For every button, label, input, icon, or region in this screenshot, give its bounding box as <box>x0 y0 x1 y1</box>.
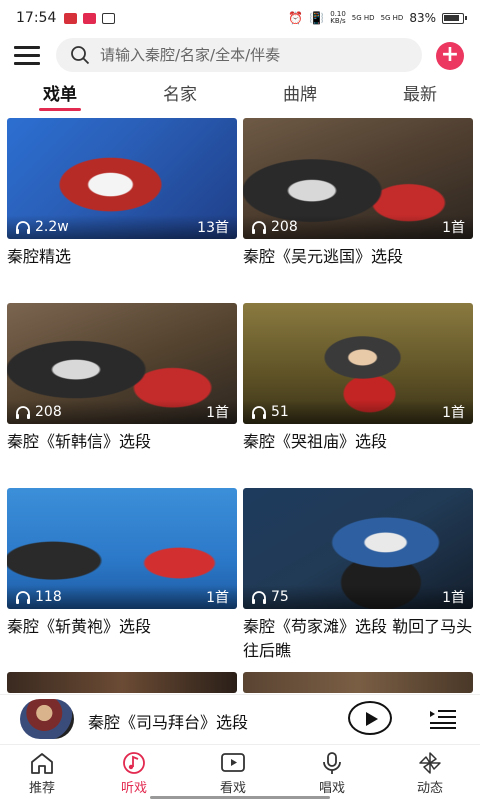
signal-2: 5G HD <box>380 13 404 22</box>
pinwheel-icon <box>419 752 441 774</box>
category-tabs: 戏单 名家 曲牌 最新 <box>0 80 480 112</box>
playlist-thumbnail: 208 1首 <box>243 118 473 239</box>
listen-count: 208 <box>35 404 62 420</box>
search-icon <box>71 46 90 65</box>
notification-app-icon <box>83 12 97 24</box>
alarm-icon: ⏰ <box>288 11 304 25</box>
vibrate-icon: 📳 <box>309 11 325 25</box>
headphones-icon <box>16 590 30 604</box>
headphones-icon <box>16 220 30 234</box>
search-box[interactable] <box>56 38 422 72</box>
playlist-card-partial[interactable] <box>7 672 237 693</box>
playlist-thumbnail: 2.2w 13首 <box>7 118 237 239</box>
nav-label: 听戏 <box>120 781 147 796</box>
headphones-icon <box>252 590 266 604</box>
microphone-icon <box>323 752 341 774</box>
notification-icons <box>64 12 116 24</box>
playlist-card[interactable]: 75 1首 秦腔《苟家滩》选段 勒回了马头往后瞧 <box>243 488 473 663</box>
playlist-stats: 75 1首 <box>243 585 473 609</box>
listen-count: 51 <box>271 404 289 420</box>
net-speed: 0.10 KB/s <box>330 11 346 25</box>
track-count: 1首 <box>442 405 465 421</box>
nav-feed[interactable]: 动态 <box>390 751 470 796</box>
playlist-card-partial[interactable] <box>243 672 473 693</box>
net-speed-unit: KB/s <box>330 17 346 25</box>
home-indicator[interactable] <box>150 796 330 799</box>
gallery-icon <box>102 12 116 24</box>
tab-playlists[interactable]: 戏单 <box>30 80 90 105</box>
mini-player[interactable]: 秦腔《司马拜台》选段 <box>0 694 480 744</box>
listen-count: 208 <box>271 219 298 235</box>
track-count: 1首 <box>442 590 465 606</box>
playlist-title: 秦腔《斩黄袍》选段 <box>7 617 152 636</box>
playlist-stats: 2.2w 13首 <box>7 215 237 239</box>
tab-tunes[interactable]: 曲牌 <box>270 80 330 105</box>
playlist-stats: 118 1首 <box>7 585 237 609</box>
listen-count: 75 <box>271 589 289 605</box>
nav-label: 唱戏 <box>318 781 345 796</box>
battery-icon <box>442 12 467 24</box>
now-playing-title[interactable]: 秦腔《司马拜台》选段 <box>88 709 248 733</box>
status-bar: 17:54 ⏰ 📳 0.10 KB/s 5G HD 5G HD 83% <box>0 0 480 36</box>
tab-latest[interactable]: 最新 <box>390 80 450 105</box>
battery-percent: 83% <box>409 11 436 25</box>
play-button[interactable] <box>348 701 392 735</box>
nav-listen[interactable]: 听戏 <box>94 751 174 796</box>
notification-app-icon <box>64 12 78 24</box>
nav-label: 看戏 <box>219 781 246 796</box>
playlist-title: 秦腔《苟家滩》选段 勒回了马头往后瞧 <box>243 617 473 660</box>
playlist-thumbnail <box>7 672 237 693</box>
playlist-thumbnail: 51 1首 <box>243 303 473 424</box>
playlist-card[interactable]: 2.2w 13首 秦腔精选 <box>7 118 237 269</box>
status-time: 17:54 <box>16 10 57 26</box>
playlist-thumbnail: 118 1首 <box>7 488 237 609</box>
top-bar: + <box>0 36 480 76</box>
playlist-grid: 2.2w 13首 秦腔精选 208 1首 秦腔《吴元逃国》选段 208 1首 秦… <box>0 118 480 693</box>
playlist-stats: 51 1首 <box>243 400 473 424</box>
now-playing-cover[interactable] <box>20 699 74 739</box>
track-count: 13首 <box>197 220 229 236</box>
playlist-thumbnail: 208 1首 <box>7 303 237 424</box>
bottom-nav: 推荐 听戏 看戏 唱戏 动态 <box>0 744 480 800</box>
playlist-title: 秦腔《斩韩信》选段 <box>7 432 152 451</box>
track-count: 1首 <box>206 405 229 421</box>
music-note-icon <box>123 752 145 774</box>
nav-recommend[interactable]: 推荐 <box>2 751 82 796</box>
headphones-icon <box>252 405 266 419</box>
search-input[interactable] <box>100 46 400 64</box>
playlist-card[interactable]: 208 1首 秦腔《斩韩信》选段 <box>7 303 237 454</box>
headphones-icon <box>252 220 266 234</box>
playlist-title: 秦腔《吴元逃国》选段 <box>243 247 404 266</box>
nav-label: 动态 <box>416 781 443 796</box>
track-count: 1首 <box>206 590 229 606</box>
nav-sing[interactable]: 唱戏 <box>292 751 372 796</box>
home-icon <box>31 753 53 774</box>
playlist-title: 秦腔《哭祖庙》选段 <box>243 432 388 451</box>
nav-watch[interactable]: 看戏 <box>193 751 273 796</box>
video-play-icon <box>221 753 245 772</box>
listen-count: 118 <box>35 589 62 605</box>
headphones-icon <box>16 405 30 419</box>
playlist-card[interactable]: 118 1首 秦腔《斩黄袍》选段 <box>7 488 237 639</box>
playlist-stats: 208 1首 <box>7 400 237 424</box>
listen-count: 2.2w <box>35 219 69 235</box>
active-tab-indicator <box>39 108 81 111</box>
tab-masters[interactable]: 名家 <box>150 80 210 105</box>
add-button[interactable]: + <box>436 42 464 70</box>
playlist-card[interactable]: 51 1首 秦腔《哭祖庙》选段 <box>243 303 473 454</box>
playlist-stats: 208 1首 <box>243 215 473 239</box>
playlist-title: 秦腔精选 <box>7 247 72 266</box>
track-count: 1首 <box>442 220 465 236</box>
playlist-queue-icon[interactable] <box>430 709 456 729</box>
nav-label: 推荐 <box>28 781 55 796</box>
menu-icon[interactable] <box>14 44 40 66</box>
status-right: ⏰ 📳 0.10 KB/s 5G HD 5G HD 83% <box>288 11 467 25</box>
playlist-thumbnail <box>243 672 473 693</box>
playlist-thumbnail: 75 1首 <box>243 488 473 609</box>
signal-1: 5G HD <box>351 13 375 22</box>
playlist-card[interactable]: 208 1首 秦腔《吴元逃国》选段 <box>243 118 473 269</box>
